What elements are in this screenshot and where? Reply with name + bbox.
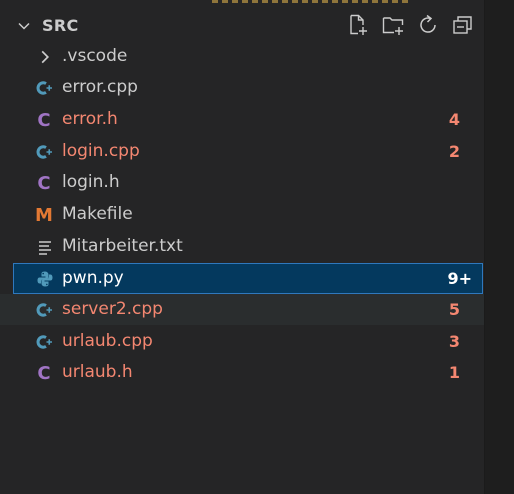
file-label: Mitarbeiter.txt	[62, 236, 183, 256]
cpp-icon	[36, 81, 52, 95]
cpp-icon	[36, 303, 52, 317]
python-icon	[37, 271, 53, 287]
folder-header[interactable]: SRC	[0, 8, 484, 42]
file-item-error-cpp[interactable]: error.cpp	[0, 72, 484, 103]
file-label: error.cpp	[62, 77, 138, 97]
file-label: .vscode	[62, 46, 128, 66]
c-header-icon: C	[37, 109, 51, 131]
file-item-urlaub-h[interactable]: C urlaub.h 1	[0, 357, 484, 388]
file-label: urlaub.h	[62, 362, 133, 382]
folder-item-vscode[interactable]: .vscode	[0, 41, 484, 72]
file-label: error.h	[62, 109, 118, 129]
c-header-icon: C	[37, 362, 51, 384]
explorer-actions	[346, 13, 475, 37]
collapse-all-icon[interactable]	[451, 13, 475, 37]
file-label: urlaub.cpp	[62, 331, 153, 351]
cpp-icon	[36, 335, 52, 349]
file-label: login.cpp	[62, 141, 140, 161]
file-item-server2-cpp[interactable]: server2.cpp 5	[0, 294, 484, 325]
problem-count-badge: 1	[448, 363, 460, 382]
chevron-right-icon[interactable]	[36, 48, 54, 66]
makefile-icon: M	[35, 204, 53, 226]
file-label: pwn.py	[62, 268, 124, 288]
file-item-makefile[interactable]: M Makefile	[0, 199, 484, 230]
file-item-error-h[interactable]: C error.h 4	[0, 104, 484, 135]
refresh-icon[interactable]	[416, 13, 440, 37]
new-file-icon[interactable]	[346, 13, 370, 37]
file-item-mitarbeiter-txt[interactable]: Mitarbeiter.txt	[0, 231, 484, 262]
c-header-icon: C	[37, 172, 51, 194]
file-item-pwn-py[interactable]: pwn.py 9+	[13, 263, 483, 294]
chevron-down-icon[interactable]	[16, 18, 32, 34]
folder-title: SRC	[42, 16, 79, 35]
editor-area-edge	[484, 0, 514, 494]
new-folder-icon[interactable]	[381, 13, 405, 37]
problem-count-badge: 3	[448, 332, 460, 351]
file-item-login-h[interactable]: C login.h	[0, 167, 484, 198]
problem-count-badge: 4	[448, 110, 460, 129]
problem-count-badge: 9+	[447, 269, 472, 288]
file-label: Makefile	[62, 204, 133, 224]
file-label: login.h	[62, 172, 120, 192]
explorer-panel: SRC .vscode error.cpp C error.h 4 login.…	[0, 0, 484, 494]
text-file-icon	[39, 241, 51, 255]
file-item-login-cpp[interactable]: login.cpp 2	[0, 136, 484, 167]
file-label: server2.cpp	[62, 299, 163, 319]
problem-count-badge: 2	[448, 142, 460, 161]
editor-tab-peek	[212, 0, 412, 3]
file-item-urlaub-cpp[interactable]: urlaub.cpp 3	[0, 326, 484, 357]
cpp-icon	[36, 145, 52, 159]
problem-count-badge: 5	[448, 300, 460, 319]
